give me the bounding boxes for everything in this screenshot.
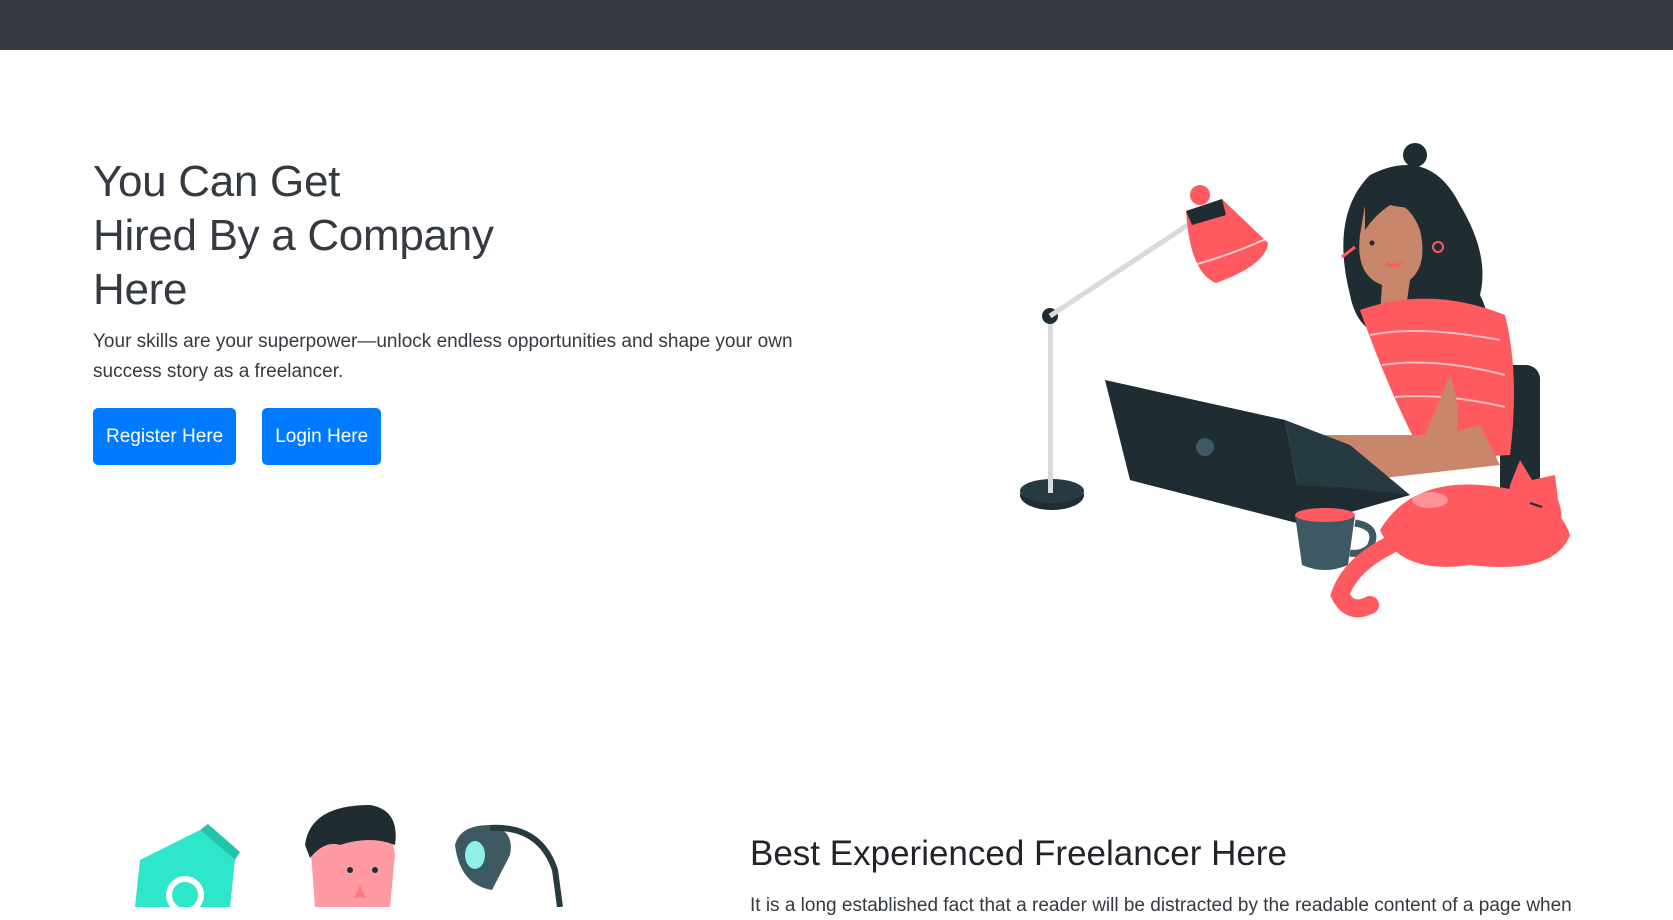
hero-buttons: Register Here Login Here bbox=[93, 408, 813, 465]
section-title: Best Experienced Freelancer Here bbox=[750, 834, 1287, 873]
hero-section: You Can Get Hired By a Company Here Your… bbox=[93, 155, 813, 465]
login-button[interactable]: Login Here bbox=[262, 408, 382, 465]
lamp-icon bbox=[455, 824, 563, 907]
hero-subtitle: Your skills are your superpower—unlock e… bbox=[93, 331, 793, 382]
hero-title-line-1: You Can Get bbox=[93, 157, 341, 206]
hero-title-line-3: Here bbox=[93, 265, 188, 314]
register-button[interactable]: Register Here bbox=[93, 408, 237, 465]
hero-title: You Can Get Hired By a Company Here bbox=[93, 155, 533, 317]
top-navbar bbox=[0, 0, 1673, 50]
hero-title-line-2: Hired By a Company bbox=[93, 211, 494, 260]
gear-icon bbox=[135, 824, 240, 907]
woman-laptop-illustration bbox=[1020, 143, 1570, 618]
bottom-illustrations bbox=[135, 805, 563, 907]
person-avatar-icon bbox=[305, 805, 396, 907]
section-body: It is a long established fact that a rea… bbox=[750, 895, 1572, 916]
